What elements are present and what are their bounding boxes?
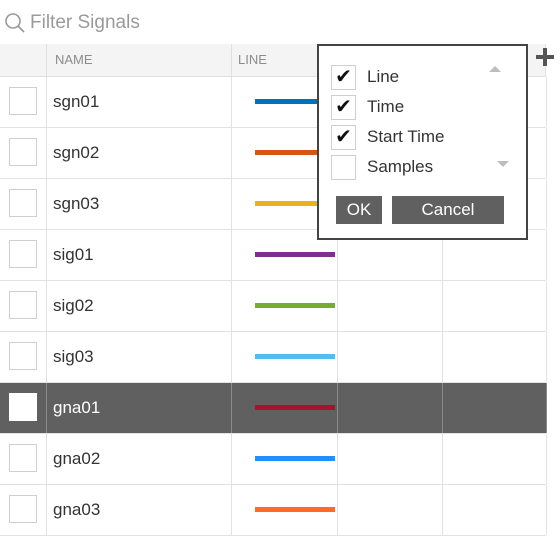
checkmark-icon: ✔ bbox=[335, 66, 352, 88]
column-option-checkbox[interactable] bbox=[331, 154, 356, 180]
col4-cell bbox=[442, 485, 547, 535]
signal-name: gna02 bbox=[53, 449, 101, 468]
column-option[interactable]: ✔ Time bbox=[331, 92, 404, 122]
signal-name: gna01 bbox=[53, 398, 101, 417]
column-option[interactable]: ✔ Start Time bbox=[331, 122, 444, 152]
add-column-icon[interactable] bbox=[534, 46, 556, 68]
signal-name: sig02 bbox=[53, 296, 94, 315]
col4-cell bbox=[442, 434, 547, 484]
line-color-swatch[interactable] bbox=[255, 507, 335, 512]
col3-cell bbox=[337, 434, 443, 484]
row-checkbox[interactable] bbox=[9, 291, 37, 319]
table-row[interactable]: gna01 bbox=[0, 383, 547, 434]
column-option-label: Time bbox=[367, 97, 405, 116]
line-color-swatch[interactable] bbox=[255, 354, 335, 359]
row-checkbox[interactable] bbox=[9, 240, 37, 268]
search-input[interactable] bbox=[30, 12, 290, 34]
line-color-swatch[interactable] bbox=[255, 303, 335, 308]
signal-name: sgn02 bbox=[53, 143, 100, 162]
line-color-swatch[interactable] bbox=[255, 252, 335, 257]
column-option-label: Line bbox=[367, 67, 400, 86]
col3-cell bbox=[337, 485, 443, 535]
signal-name: sig01 bbox=[53, 245, 94, 264]
col4-cell bbox=[442, 281, 547, 331]
col3-cell bbox=[337, 281, 443, 331]
line-color-swatch[interactable] bbox=[255, 405, 335, 410]
table-row[interactable]: sig03 bbox=[0, 332, 547, 383]
column-option-checkbox[interactable]: ✔ bbox=[331, 64, 356, 90]
column-option-checkbox[interactable]: ✔ bbox=[331, 124, 356, 150]
header-checkbox-column bbox=[0, 44, 47, 76]
row-checkbox[interactable] bbox=[9, 87, 37, 115]
checkmark-icon: ✔ bbox=[335, 126, 352, 148]
column-option-label: Start Time bbox=[367, 127, 445, 146]
scroll-up-icon[interactable] bbox=[489, 66, 501, 72]
signal-filter[interactable] bbox=[4, 8, 304, 38]
row-checkbox[interactable] bbox=[9, 138, 37, 166]
row-checkbox[interactable] bbox=[9, 495, 37, 523]
row-checkbox[interactable] bbox=[9, 393, 37, 421]
ok-button[interactable]: OK bbox=[336, 196, 382, 224]
signal-name: sgn01 bbox=[53, 92, 100, 111]
column-picker-popup: ✔ Line ✔ Time ✔ Start Time Samples OK Cancel bbox=[317, 44, 528, 240]
column-option-checkbox[interactable]: ✔ bbox=[331, 94, 356, 120]
row-checkbox[interactable] bbox=[9, 444, 37, 472]
col4-cell bbox=[442, 332, 547, 382]
search-icon bbox=[5, 13, 25, 33]
cancel-button[interactable]: Cancel bbox=[392, 196, 504, 224]
row-checkbox[interactable] bbox=[9, 189, 37, 217]
col4-cell bbox=[442, 383, 547, 433]
col3-cell bbox=[337, 332, 443, 382]
checkmark-icon: ✔ bbox=[335, 96, 352, 118]
column-option[interactable]: ✔ Line bbox=[331, 62, 399, 92]
scroll-down-icon[interactable] bbox=[497, 161, 509, 167]
signal-name: sgn03 bbox=[53, 194, 100, 213]
line-color-swatch[interactable] bbox=[255, 456, 335, 461]
table-row[interactable]: sig02 bbox=[0, 281, 547, 332]
signal-name: sig03 bbox=[53, 347, 94, 366]
signal-name: gna03 bbox=[53, 500, 101, 519]
col3-cell bbox=[337, 383, 443, 433]
row-checkbox[interactable] bbox=[9, 342, 37, 370]
table-row[interactable]: gna02 bbox=[0, 434, 547, 485]
table-row[interactable]: gna03 bbox=[0, 485, 547, 536]
column-option[interactable]: Samples bbox=[331, 152, 433, 182]
header-name[interactable]: NAME bbox=[47, 44, 232, 76]
column-option-label: Samples bbox=[367, 157, 434, 176]
